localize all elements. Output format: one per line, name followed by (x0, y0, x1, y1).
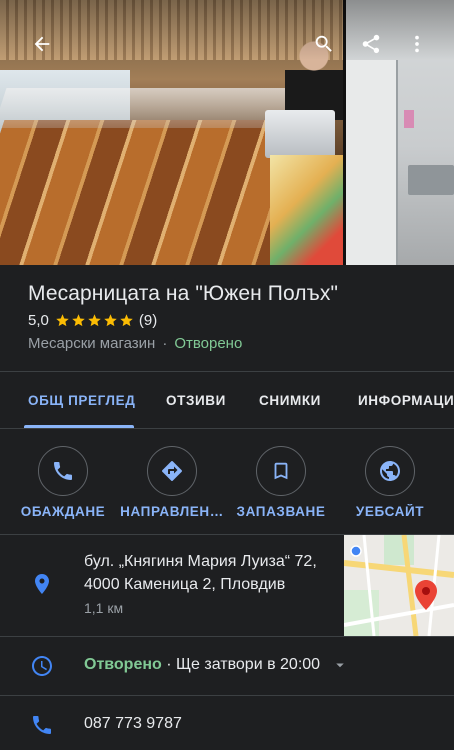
share-button[interactable] (357, 30, 385, 58)
tab-reviews[interactable]: ОТЗИВИ (166, 372, 226, 428)
phone-icon (33, 716, 51, 734)
address-line-1: бул. „Княгиня Мария Луиза“ 72, (84, 553, 317, 570)
share-icon (362, 34, 380, 54)
star-icon (104, 313, 117, 326)
call-button-circle (38, 446, 88, 496)
hours-icon-wrap (28, 652, 56, 680)
save-button-label: ЗАПАЗВАНЕ (236, 504, 326, 519)
hours-text: Отворено · Ще затвори в 20:00 (84, 655, 320, 675)
photo-sink (408, 165, 454, 195)
divider (0, 695, 454, 696)
bookmark-icon (274, 462, 288, 480)
photo-top-shade (0, 0, 454, 60)
website-button-circle (365, 446, 415, 496)
star-icon (72, 313, 85, 326)
photo-gallery[interactable] (0, 0, 454, 265)
place-category: Месарски магазин (28, 334, 156, 352)
distance: 1,1 км (84, 600, 124, 616)
more-options-button[interactable] (403, 30, 431, 58)
address-line-2: 4000 Каменица 2, Пловдив (84, 576, 286, 593)
phone-number: 087 773 9787 (84, 715, 182, 732)
more-vert-icon (415, 35, 419, 53)
map-graphic (344, 535, 454, 636)
address-icon-wrap (28, 570, 56, 598)
directions-button[interactable]: НАПРАВЛЕН… (117, 440, 227, 530)
star-icon (120, 313, 133, 326)
photo-scale (265, 110, 335, 158)
search-button[interactable] (310, 30, 338, 58)
globe-icon (380, 461, 400, 481)
tab-bar: ОБЩ ПРЕГЛЕД ОТЗИВИ СНИМКИ ИНФОРМАЦИ (0, 372, 454, 428)
rating-stars (55, 313, 135, 328)
website-button[interactable]: УЕБСАЙТ (335, 440, 445, 530)
divider (0, 636, 454, 637)
tab-overview[interactable]: ОБЩ ПРЕГЛЕД (28, 372, 135, 428)
directions-button-label: НАПРАВЛЕН… (120, 504, 224, 519)
hours-expand-button[interactable] (330, 655, 350, 675)
star-icon (88, 313, 101, 326)
separator-dot: · (162, 334, 168, 352)
divider (0, 428, 454, 429)
tab-photos[interactable]: СНИМКИ (259, 372, 321, 428)
photo-dispenser (404, 110, 414, 128)
phone-icon-wrap (28, 711, 56, 739)
map-thumbnail[interactable] (344, 535, 454, 636)
save-button[interactable]: ЗАПАЗВАНЕ (226, 440, 336, 530)
call-button[interactable]: ОБАЖДАНЕ (8, 440, 118, 530)
category-row: Месарски магазин · Отворено (28, 334, 242, 352)
rating-value: 5,0 (28, 311, 49, 329)
call-button-label: ОБАЖДАНЕ (20, 504, 106, 519)
star-icon (56, 313, 69, 326)
search-icon (315, 35, 332, 52)
chevron-down-icon (336, 663, 344, 668)
review-count: (9) (138, 311, 158, 329)
hours-status: Отворено (84, 656, 162, 673)
arrow-back-icon (34, 36, 50, 52)
tab-about[interactable]: ИНФОРМАЦИ (358, 372, 454, 428)
open-status: Отворено (174, 334, 243, 352)
rating-row[interactable]: 5,0 (9) (28, 311, 157, 329)
directions-button-circle (147, 446, 197, 496)
photo-display (270, 155, 343, 265)
clock-icon (32, 656, 52, 676)
action-buttons: ОБАЖДАНЕ НАПРАВЛЕН… ЗАПАЗВАНЕ УЕБСАЙТ (0, 440, 454, 530)
phone-icon (54, 462, 72, 480)
hours-separator: · (161, 656, 177, 673)
hours-closing: Ще затвори в 20:00 (176, 656, 321, 673)
directions-icon (162, 461, 182, 481)
back-button[interactable] (28, 30, 56, 58)
location-pin-icon (35, 574, 49, 594)
place-name: Месарницата на "Южен Полъх" (28, 282, 339, 305)
photo-glass (0, 88, 307, 128)
website-button-label: УЕБСАЙТ (355, 504, 425, 519)
save-button-circle (256, 446, 306, 496)
photo-door (346, 60, 398, 265)
